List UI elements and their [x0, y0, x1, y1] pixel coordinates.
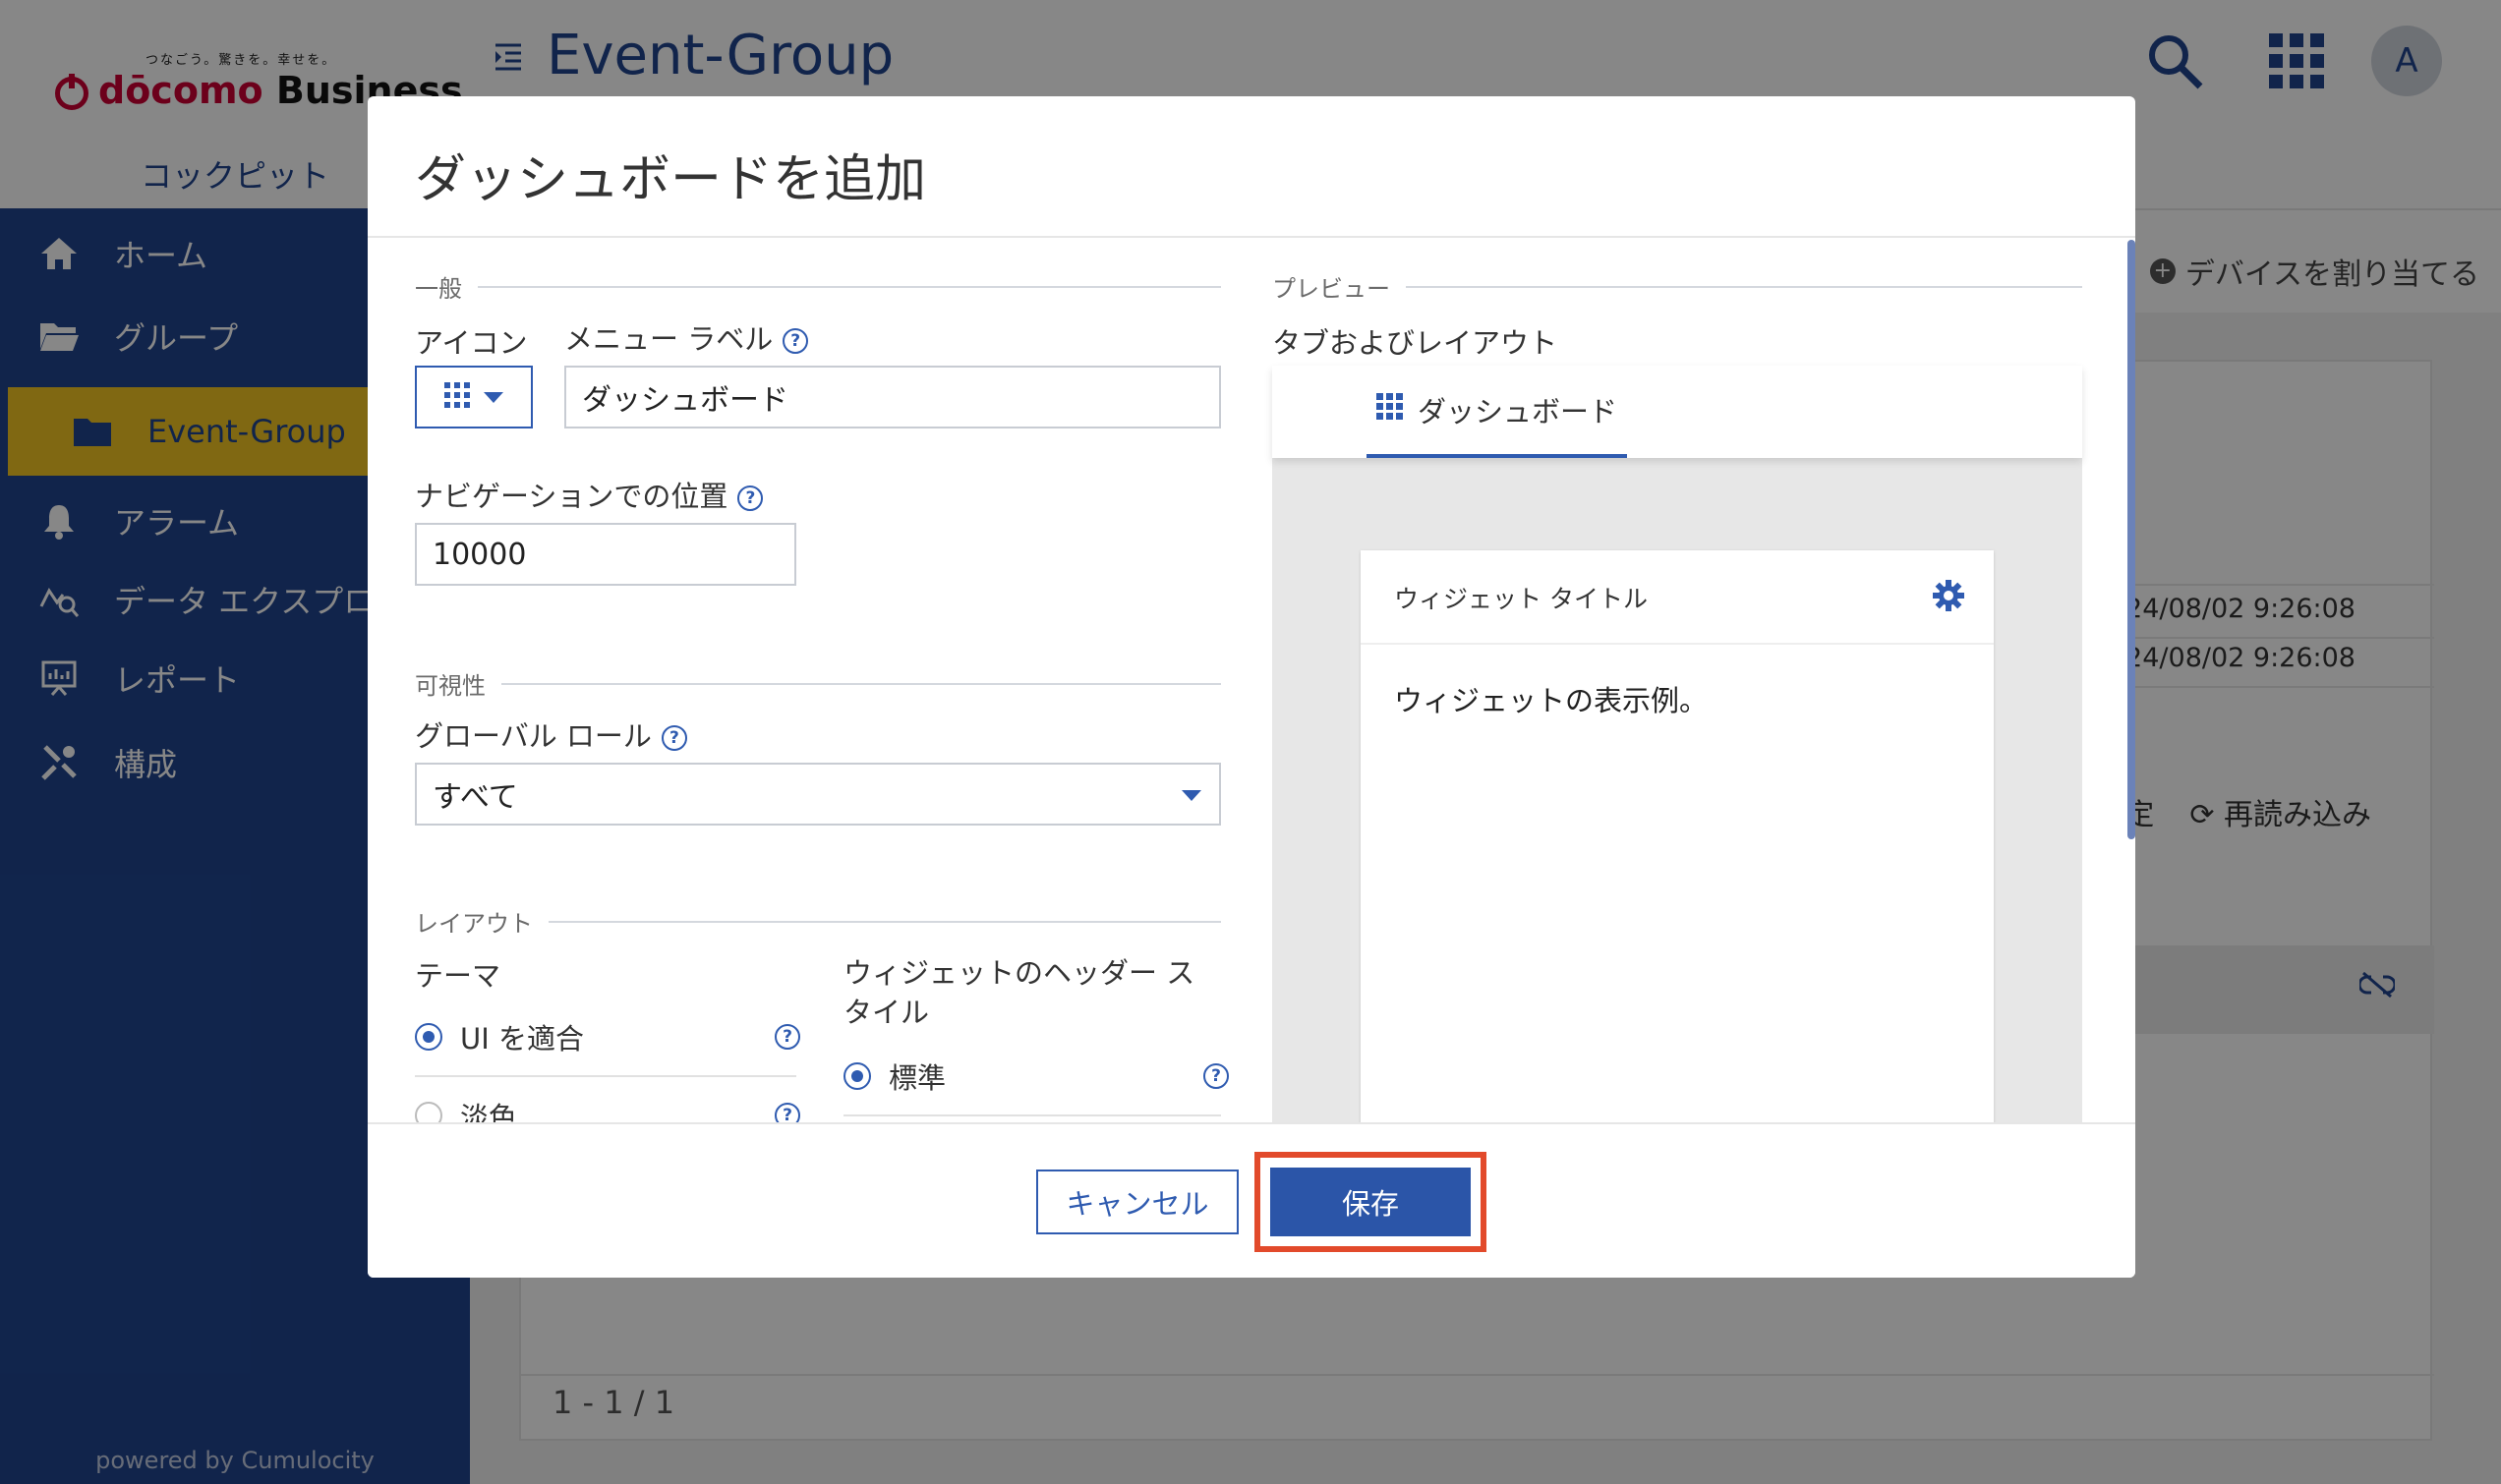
global-role-select[interactable]: すべて [415, 763, 1221, 826]
global-role-text: グローバル ロール [415, 719, 652, 753]
preview-tab-label: ダッシュボード [1418, 395, 1618, 428]
add-dashboard-dialog: ダッシュボードを追加 一般 アイコン メニュー ラベル? ダッシュボード ナビゲ… [368, 96, 2135, 1278]
visibility-section: 可視性 [415, 666, 1221, 701]
option-label: 標準 [889, 1061, 947, 1095]
divider [501, 682, 1221, 685]
preview-section: プレビュー [1272, 269, 2082, 304]
nav-position-input[interactable]: 10000 [415, 523, 796, 586]
widget-header: ウィジェット タイトル [1361, 550, 1994, 645]
widget-header-style-label: ウィジェットのヘッダー スタイル [843, 956, 1195, 1029]
preview-tab: ダッシュボード [1367, 366, 1628, 458]
icon-picker-button[interactable] [415, 366, 533, 428]
option-label: UI を適合 [460, 1022, 584, 1056]
divider [478, 285, 1221, 288]
dialog-header: ダッシュボードを追加 [368, 96, 2135, 238]
tabs-layout-label: タブおよびレイアウト [1272, 326, 1558, 360]
global-role-value: すべて [433, 780, 518, 815]
chevron-down-icon [1182, 790, 1201, 801]
icon-label: アイコン [415, 326, 528, 360]
nav-position-text: ナビゲーションでの位置 [415, 480, 728, 513]
menu-label-input[interactable]: ダッシュボード [564, 366, 1221, 428]
section-title: 可視性 [415, 672, 486, 700]
chevron-down-icon [484, 391, 503, 403]
section-title: プレビュー [1272, 275, 1390, 303]
gear-icon [1933, 580, 1964, 615]
save-button-highlight: 保存 [1254, 1152, 1486, 1252]
header-style-option-standard[interactable]: 標準 [843, 1056, 946, 1097]
section-title: 一般 [415, 275, 462, 303]
grid-icon [444, 382, 470, 412]
dialog-title: ダッシュボードを追加 [415, 150, 927, 209]
dialog-scrollbar[interactable] [2127, 240, 2135, 839]
help-icon[interactable]: ? [775, 1024, 800, 1050]
section-title: レイアウト [415, 910, 533, 938]
divider [415, 1075, 796, 1077]
widget-body-text: ウィジェットの表示例。 [1394, 684, 1709, 717]
divider [549, 920, 1221, 923]
save-button[interactable]: 保存 [1270, 1168, 1471, 1236]
widget-title: ウィジェット タイトル [1394, 585, 1648, 613]
dialog-footer: キャンセル 保存 [368, 1122, 2135, 1278]
grid-icon [1376, 392, 1404, 428]
menu-label-text: メニュー ラベル [564, 322, 774, 356]
nav-position-label: ナビゲーションでの位置? [415, 474, 764, 515]
help-icon[interactable]: ? [661, 725, 687, 751]
divider [843, 1114, 1221, 1116]
radio-selected[interactable] [415, 1023, 442, 1051]
dashboard-preview: ダッシュボード ウィジェット タイトル ウィジェットの表示例。 [1272, 366, 2082, 1238]
radio-selected[interactable] [843, 1062, 871, 1090]
theme-label: テーマ [415, 959, 501, 993]
help-icon[interactable]: ? [737, 485, 764, 511]
theme-option-ui[interactable]: UI を適合 [415, 1016, 584, 1057]
help-icon[interactable]: ? [1203, 1063, 1229, 1089]
global-role-label: グローバル ロール? [415, 713, 687, 755]
divider [1406, 285, 2082, 288]
general-section: 一般 [415, 269, 1221, 304]
menu-label-label: メニュー ラベル? [564, 316, 809, 358]
help-icon[interactable]: ? [783, 328, 809, 354]
layout-section: レイアウト [415, 904, 1221, 939]
preview-tab-bar: ダッシュボード [1272, 366, 2082, 458]
cancel-button[interactable]: キャンセル [1036, 1170, 1239, 1234]
